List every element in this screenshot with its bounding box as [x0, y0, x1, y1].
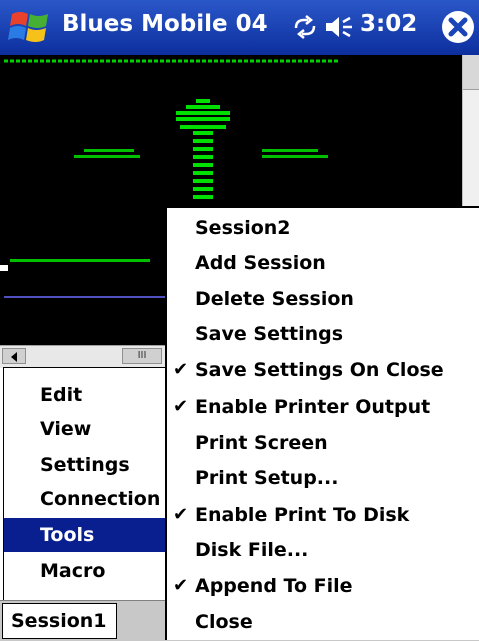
- menu-item-settings[interactable]: Settings: [4, 448, 166, 482]
- submenu-item-print-screen[interactable]: Print Screen: [167, 425, 479, 461]
- scroll-up-button[interactable]: [463, 55, 479, 90]
- submenu-item-enable-printer-output[interactable]: ✔ Enable Printer Output: [167, 389, 479, 425]
- session-tab[interactable]: Session1: [2, 603, 117, 639]
- submenu-label: Append To File: [195, 575, 353, 597]
- submenu-item-disk-file[interactable]: Disk File...: [167, 532, 479, 568]
- submenu-item-save-settings[interactable]: Save Settings: [167, 316, 479, 352]
- submenu-label: Close: [195, 611, 253, 633]
- menu-item-tools[interactable]: Tools: [4, 518, 166, 552]
- submenu-item-save-settings-on-close[interactable]: ✔ Save Settings On Close: [167, 352, 479, 388]
- submenu-label: Print Screen: [195, 432, 328, 454]
- menu-item-view[interactable]: View: [4, 412, 166, 446]
- close-icon[interactable]: [440, 9, 476, 45]
- submenu-item-close[interactable]: Close: [167, 604, 479, 640]
- scroll-thumb[interactable]: III: [122, 348, 162, 364]
- main-menu: Edit View Settings Connection Tools Macr…: [3, 367, 167, 601]
- scroll-left-button[interactable]: [2, 348, 26, 364]
- submenu-item-print-setup[interactable]: Print Setup...: [167, 460, 479, 496]
- submenu-item-session2[interactable]: Session2: [167, 210, 479, 246]
- submenu-label: Print Setup...: [195, 467, 339, 489]
- submenu-item-add-session[interactable]: Add Session: [167, 245, 479, 281]
- windows-flag-icon[interactable]: [8, 6, 52, 50]
- app-title: Blues Mobile 04: [62, 11, 268, 37]
- title-bar: Blues Mobile 04 3:02: [0, 0, 479, 55]
- submenu-item-delete-session[interactable]: Delete Session: [167, 281, 479, 317]
- checkmark-icon: ✔: [173, 396, 189, 417]
- menu-item-edit[interactable]: Edit: [4, 378, 166, 412]
- submenu-label: Enable Print To Disk: [195, 504, 410, 526]
- volume-icon[interactable]: [324, 14, 358, 40]
- clock: 3:02: [360, 11, 418, 37]
- submenu-label: Save Settings On Close: [195, 359, 444, 381]
- submenu-label: Enable Printer Output: [195, 396, 431, 418]
- checkmark-icon: ✔: [173, 575, 189, 596]
- sync-icon[interactable]: [290, 14, 320, 40]
- submenu-label: Disk File...: [195, 539, 309, 561]
- menu-item-connection[interactable]: Connection: [4, 482, 166, 516]
- tools-submenu: Session2 Add Session Delete Session Save…: [165, 206, 479, 640]
- submenu-label: Save Settings: [195, 323, 344, 345]
- submenu-label: Add Session: [195, 252, 326, 274]
- menu-item-macro[interactable]: Macro: [4, 554, 166, 588]
- horizontal-scrollbar[interactable]: III: [0, 345, 165, 368]
- arrow-left-icon: [11, 352, 17, 362]
- submenu-item-append-to-file[interactable]: ✔ Append To File: [167, 568, 479, 604]
- checkmark-icon: ✔: [173, 504, 189, 525]
- checkmark-icon: ✔: [173, 359, 189, 380]
- submenu-label: Session2: [195, 217, 291, 239]
- submenu-label: Delete Session: [195, 288, 354, 310]
- submenu-item-enable-print-to-disk[interactable]: ✔ Enable Print To Disk: [167, 497, 479, 533]
